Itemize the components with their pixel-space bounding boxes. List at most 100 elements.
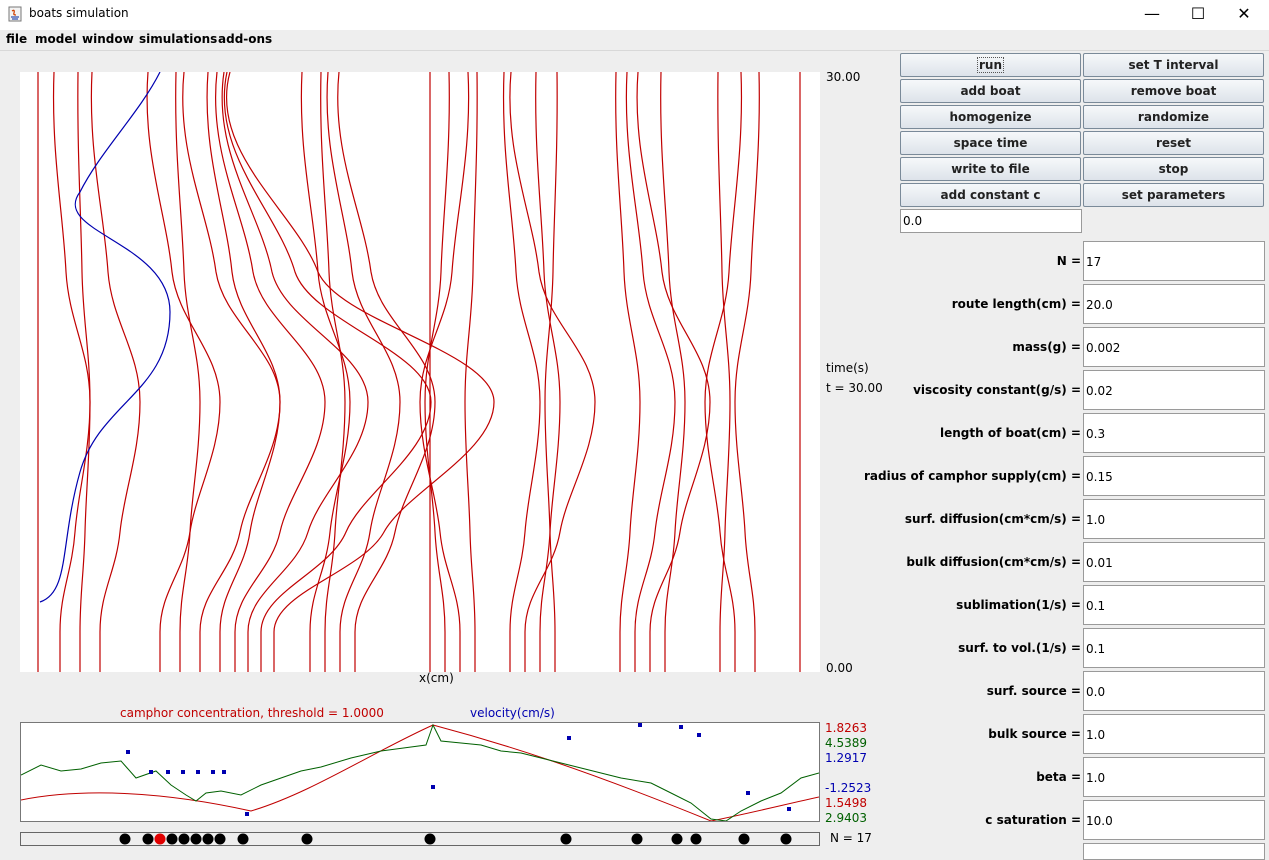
add-constant-c-button[interactable]: add constant c [900,183,1081,207]
camphor-gradient-curve [20,723,820,822]
randomize-button[interactable]: randomize [1083,105,1264,129]
boats-canvas [119,833,792,845]
velocity-marker [166,770,170,774]
velocity-marker [638,723,642,727]
menu-file[interactable]: file [6,32,27,46]
param-label-route-length: route length(cm) = [951,297,1081,311]
boat-trajectory [175,71,201,672]
close-button[interactable]: ✕ [1221,0,1267,30]
add-boat-button[interactable]: add boat [900,79,1081,103]
velocity-marker [787,807,791,811]
boat-marker[interactable] [690,833,702,845]
param-field-overflow[interactable] [1083,843,1265,860]
camphor-concentration-curve [20,724,820,822]
stop-button[interactable]: stop [1083,157,1264,181]
set-t-interval-button[interactable]: set T interval [1083,53,1264,77]
title-bar: boats simulation — ☐ ✕ [0,0,1269,30]
concentration-velocity-plot [20,722,820,827]
boat-marker[interactable] [119,833,131,845]
param-field-bulk-diffusion[interactable]: 0.01 [1083,542,1265,582]
boat-position-strip[interactable] [20,832,820,846]
velocity-marker [697,733,701,737]
boat-marker[interactable] [631,833,643,845]
param-label-boat-length: length of boat(cm) = [940,426,1081,440]
homogenize-button[interactable]: homogenize [900,105,1081,129]
param-label-surf-diffusion: surf. diffusion(cm*cm/s) = [904,512,1081,526]
menu-window[interactable]: window [82,32,134,46]
boat-marker[interactable] [237,833,249,845]
param-label-n: N = [1056,254,1081,268]
write-to-file-button[interactable]: write to file [900,157,1081,181]
velocity-legend: velocity(cm/s) [470,706,555,720]
remove-boat-button[interactable]: remove boat [1083,79,1264,103]
param-field-mass[interactable]: 0.002 [1083,327,1265,367]
boat-trajectory [146,71,221,672]
time-axis-label: time(s) [826,361,869,375]
boat-marker[interactable] [560,833,572,845]
velocity-marker [126,750,130,754]
param-field-sublimation[interactable]: 0.1 [1083,585,1265,625]
boat-marker[interactable] [780,833,792,845]
menu-add-ons[interactable]: add-ons [218,32,272,46]
velocity-marker [567,736,571,740]
boat-marker[interactable] [190,833,202,845]
velocity-marker [211,770,215,774]
boat-marker[interactable] [202,833,214,845]
param-field-boat-length[interactable]: 0.3 [1083,413,1265,453]
param-label-surf-source: surf. source = [986,684,1081,698]
param-label-c-saturation: c saturation = [985,813,1081,827]
window-title: boats simulation [29,6,129,20]
java-app-icon [8,6,22,22]
boat-trajectory [77,71,91,672]
menu-model[interactable]: model [35,32,77,46]
minimize-button[interactable]: — [1129,0,1175,30]
boat-marker[interactable] [178,833,190,845]
space-time-plot[interactable] [20,71,820,672]
boat-marker[interactable] [166,833,178,845]
trajectory-canvas [37,71,801,672]
param-label-camphor-radius: radius of camphor supply(cm) = [863,469,1081,483]
maximize-button[interactable]: ☐ [1175,0,1221,30]
param-label-bulk-diffusion: bulk diffusion(cm*cm/s) = [906,555,1081,569]
param-field-route-length[interactable]: 20.0 [1083,284,1265,324]
boat-marker[interactable] [738,833,750,845]
menu-simulations[interactable]: simulations [139,32,217,46]
param-field-n[interactable]: 17 [1083,241,1265,281]
param-field-camphor-radius[interactable]: 0.15 [1083,456,1265,496]
boat-trajectory [625,71,676,672]
param-field-c-saturation[interactable]: 10.0 [1083,800,1265,840]
value-label-3: 1.2917 [825,751,867,765]
menu-bar: file model window simulations add-ons [0,30,1269,51]
boat-trajectory [223,71,432,672]
run-button[interactable]: run [900,53,1081,77]
boat-trajectory [636,71,711,672]
velocity-marker [181,770,185,774]
param-label-viscosity: viscosity constant(g/s) = [913,383,1081,397]
boat-marker[interactable] [301,833,313,845]
param-label-sublimation: sublimation(1/s) = [956,598,1081,612]
param-field-surf-source[interactable]: 0.0 [1083,671,1265,711]
boat-trajectory [544,71,558,672]
boat-marker[interactable] [424,833,436,845]
boat-marker-selected[interactable] [154,833,166,845]
param-label-surf-to-vol: surf. to vol.(1/s) = [958,641,1081,655]
param-field-viscosity[interactable]: 0.02 [1083,370,1265,410]
param-field-beta[interactable]: 1.0 [1083,757,1265,797]
boat-trajectory [660,71,686,672]
space-time-button[interactable]: space time [900,131,1081,155]
boat-trajectory [182,71,281,672]
param-field-bulk-source[interactable]: 1.0 [1083,714,1265,754]
param-field-surf-diffusion[interactable]: 1.0 [1083,499,1265,539]
reset-button[interactable]: reset [1083,131,1264,155]
param-field-surf-to-vol[interactable]: 0.1 [1083,628,1265,668]
constant-c-input[interactable]: 0.0 [900,209,1082,233]
velocity-marker [149,770,153,774]
y-axis-min-label: 0.00 [826,661,853,675]
y-axis-max-label: 30.00 [826,70,861,84]
current-time-label: t = 30.00 [826,381,883,395]
boat-marker[interactable] [671,833,683,845]
set-parameters-button[interactable]: set parameters [1083,183,1264,207]
boat-marker[interactable] [214,833,226,845]
x-axis-label: x(cm) [419,671,454,685]
boat-marker[interactable] [142,833,154,845]
